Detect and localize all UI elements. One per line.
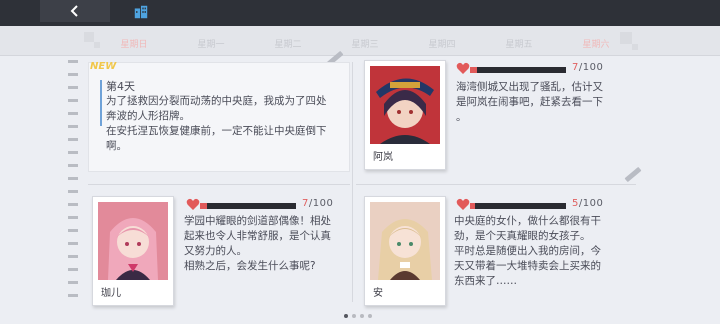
character-description: 海湾侧城又出现了骚乱，估计又 是阿岚在闹事吧，赶紧去看一下 。 xyxy=(456,80,626,125)
weekday-sunday: 星期日 xyxy=(120,40,148,50)
weekday-friday: 星期五 xyxy=(505,40,533,50)
affection-value: 5/100 xyxy=(572,198,603,209)
diary-line: 在安托涅瓦恢复健康前，一定不能让中央庭倒下 xyxy=(106,125,327,137)
weekday-thursday: 星期四 xyxy=(428,40,456,50)
affection-meter: 5/100 xyxy=(456,198,626,212)
affection-bar xyxy=(200,203,296,209)
affection-max: /100 xyxy=(578,198,604,209)
description-line: 中央庭的女仆，做什么都很有干 xyxy=(454,215,601,227)
affection-current: 7 xyxy=(572,62,579,73)
character-portrait xyxy=(370,202,440,280)
affection-max: /100 xyxy=(578,62,604,73)
description-line: 海湾侧城又出现了骚乱，估计又 xyxy=(456,81,603,93)
heart-icon xyxy=(456,62,470,74)
affection-value: 7/100 xyxy=(572,62,603,73)
weekday-wednesday: 星期三 xyxy=(351,40,379,50)
diary-line: 奔波的人形招牌。 xyxy=(106,110,190,122)
character-description: 中央庭的女仆，做什么都很有干 劲，是个天真耀眼的女孩子。 平时总是随便出入我的房… xyxy=(454,214,624,289)
affection-max: /100 xyxy=(308,198,334,209)
character-photo-an[interactable]: 安 xyxy=(364,196,446,306)
affection-meter: 7/100 xyxy=(456,62,626,76)
affection-bar xyxy=(470,203,566,209)
description-line: 。 xyxy=(456,111,467,123)
home-button[interactable] xyxy=(130,2,152,22)
diary-line: 啊。 xyxy=(106,140,127,152)
diary-entry-text: 第4天 为了拯救因分裂而动荡的中央庭，我成为了四处 奔波的人形招牌。 在安托涅瓦… xyxy=(106,79,356,154)
character-description: 学园中耀眼的剑道部偶像！相处 起来也令人非常舒服，是个认真 又努力的人。 相熟之… xyxy=(184,214,350,274)
binder-rings xyxy=(68,60,78,320)
decor-square xyxy=(632,44,638,50)
heart-icon xyxy=(186,198,200,210)
row-divider xyxy=(356,184,636,185)
character-name: 珈儿 xyxy=(101,288,121,299)
weekday-bar: 星期日 星期一 星期二 星期三 星期四 星期五 星期六 xyxy=(0,26,720,56)
home-icon xyxy=(134,5,148,19)
character-photo-alan[interactable]: 阿岚 xyxy=(364,60,446,170)
page-indicator xyxy=(344,314,372,318)
affection-value: 7/100 xyxy=(302,198,333,209)
weekday-saturday: 星期六 xyxy=(582,40,610,50)
decor-square xyxy=(94,42,100,48)
decor-square xyxy=(84,32,94,42)
description-line: 相熟之后，会发生什么事呢? xyxy=(184,260,316,272)
page-dot[interactable] xyxy=(352,314,356,318)
diary-line: 为了拯救因分裂而动荡的中央庭，我成为了四处 xyxy=(106,95,327,107)
page-dot[interactable] xyxy=(344,314,348,318)
row-divider xyxy=(88,184,350,185)
character-name: 安 xyxy=(373,288,383,299)
character-name: 阿岚 xyxy=(373,152,393,163)
heart-icon xyxy=(456,198,470,210)
entry-accent-bar xyxy=(100,80,102,126)
diary-day-title: 第4天 xyxy=(106,80,135,93)
description-line: 是阿岚在闹事吧，赶紧去看一下 xyxy=(456,96,603,108)
affection-fill xyxy=(470,67,477,73)
back-arrow-icon xyxy=(70,5,78,17)
affection-meter: 7/100 xyxy=(186,198,356,212)
affection-current: 7 xyxy=(302,198,309,209)
affection-fill xyxy=(470,203,475,209)
new-badge: NEW xyxy=(90,61,117,72)
description-line: 平时总是随便出入我的房间，今 xyxy=(454,245,601,257)
description-line: 劲，是个天真耀眼的女孩子。 xyxy=(454,230,591,242)
description-line: 起来也令人非常舒服，是个认真 xyxy=(184,230,331,242)
weekday-tuesday: 星期二 xyxy=(274,40,302,50)
description-line: 天又带着一大堆特卖会上买来的 xyxy=(454,260,601,272)
affection-fill xyxy=(200,203,207,209)
description-line: 学园中耀眼的剑道部偶像！相处 xyxy=(184,215,331,227)
weekday-monday: 星期一 xyxy=(197,40,225,50)
top-bar xyxy=(0,0,720,26)
page-dot[interactable] xyxy=(360,314,364,318)
back-button[interactable] xyxy=(40,0,110,22)
affection-current: 5 xyxy=(572,198,579,209)
character-photo-jiaer[interactable]: 珈儿 xyxy=(92,196,174,306)
affection-bar xyxy=(470,67,566,73)
page-dot[interactable] xyxy=(368,314,372,318)
description-line: 又努力的人。 xyxy=(184,245,247,257)
character-portrait xyxy=(98,202,168,280)
character-portrait xyxy=(370,66,440,144)
description-line: 东西来了…… xyxy=(454,275,517,287)
